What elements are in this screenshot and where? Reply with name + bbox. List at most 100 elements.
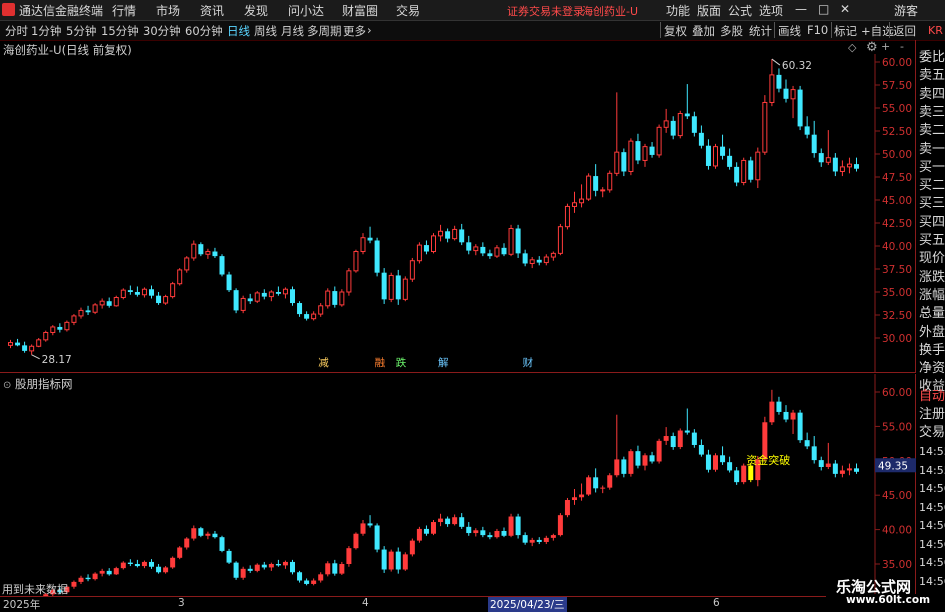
indicator-bar: [120, 562, 126, 569]
candle-body: [36, 339, 42, 347]
indicator-bar: [297, 572, 303, 581]
btn-back[interactable]: 返回: [893, 23, 916, 39]
indicator-panel[interactable]: ⊙ 股朋指标网 60.0055.0050.0045.0040.0035.00资金…: [0, 374, 916, 596]
btn-tongji[interactable]: 统计: [749, 23, 772, 39]
minimize-icon[interactable]: —: [795, 2, 807, 16]
indicator-bar: [134, 564, 140, 567]
candle-body: [275, 292, 281, 294]
indicator-bar: [614, 459, 620, 476]
menu-caifuquan[interactable]: 财富圈: [342, 2, 378, 19]
period-monthly[interactable]: 月线: [281, 23, 304, 39]
candle-body: [318, 305, 324, 315]
quote-field-label: 涨跌: [919, 269, 945, 285]
indicator-bar: [311, 580, 317, 584]
period-daily[interactable]: 日线: [227, 23, 250, 39]
candle-body: [713, 146, 718, 167]
tick-time: 14:56: [919, 574, 945, 588]
tick-time: 14:56: [919, 500, 945, 514]
y-tick-label: 40.00: [882, 525, 912, 537]
indicator-bar: [78, 577, 84, 582]
y-tick-label: 37.50: [882, 264, 912, 276]
menu-shichang[interactable]: 市场: [156, 2, 180, 19]
candle-body: [290, 289, 295, 304]
login-notice[interactable]: 证券交易未登录: [507, 3, 584, 19]
menu-hangqing[interactable]: 行情: [112, 2, 136, 19]
menu-xuanxiang[interactable]: 选项: [759, 2, 783, 19]
period-fenshi[interactable]: 分时: [5, 23, 28, 39]
candle-body: [325, 290, 331, 307]
quote-field-label: 外盘: [919, 324, 945, 340]
indicator-chart[interactable]: 60.0055.0050.0045.0040.0035.00资金突破49.35: [0, 374, 916, 596]
candle-body: [804, 126, 810, 135]
chevron-right-icon[interactable]: ›: [367, 23, 372, 37]
candle-body: [607, 172, 613, 191]
right-quote-panel: 委比 卖五 卖四 卖三 卖二 卖一 买一 买二 买三 买四 买五 现价 涨跌 涨幅 总量 外盘 换手 净资 收益 自动…: [917, 40, 945, 596]
period-multi[interactable]: 多周期: [307, 23, 342, 39]
guest-user[interactable]: 游客: [894, 2, 918, 19]
btn-duogu[interactable]: 多股: [720, 23, 743, 39]
indicator-bar: [846, 468, 852, 471]
candlestick-chart[interactable]: 60.00 57.50 55.00 52.50 50.00 47.50 45.00 42.50…: [0, 40, 916, 373]
candle-body: [670, 120, 676, 136]
candle-body: [360, 237, 366, 253]
candle-body: [254, 292, 260, 302]
btn-fuquan[interactable]: 复权: [664, 23, 687, 39]
high-pointer: [771, 58, 781, 66]
menu-faxian[interactable]: 发现: [244, 2, 268, 19]
btn-huaxian[interactable]: 画线: [778, 23, 801, 39]
menu-zixun[interactable]: 资讯: [200, 2, 224, 19]
indicator-bar: [529, 539, 535, 543]
indicator-bar: [247, 568, 253, 571]
candle-body: [339, 291, 345, 306]
menu-banmian[interactable]: 版面: [697, 2, 721, 19]
candle-body: [212, 251, 218, 257]
indicator-bar: [254, 564, 260, 571]
indicator-bar: [720, 455, 726, 463]
quote-field-label: 买一: [919, 159, 945, 175]
btn-biaoji[interactable]: 标记: [834, 23, 857, 39]
indicator-bar: [99, 570, 105, 574]
indicator-bar: [106, 570, 112, 575]
btn-f10[interactable]: F10: [807, 23, 828, 37]
candle-body: [586, 175, 592, 200]
period-1min[interactable]: 1分钟: [31, 23, 61, 39]
candle-body: [522, 253, 528, 264]
close-icon[interactable]: ✕: [840, 2, 850, 16]
candle-body: [431, 235, 436, 253]
candle-body: [536, 259, 542, 263]
indicator-bar: [593, 477, 599, 489]
candle-body: [141, 288, 147, 296]
period-weekly[interactable]: 周线: [254, 23, 277, 39]
indicator-bar: [741, 465, 747, 483]
candle-body: [698, 132, 704, 146]
candle-body: [557, 226, 563, 254]
period-5min[interactable]: 5分钟: [66, 23, 96, 39]
main-kline-panel[interactable]: 海创药业-U(日线 前复权) ◇ ⚙ + - 60.00 57.50 55.00 52…: [0, 40, 916, 373]
period-60min[interactable]: 60分钟: [185, 23, 223, 39]
quote-field-label: 卖五: [919, 68, 945, 84]
y-tick-label: 35.00: [882, 559, 912, 571]
maximize-icon[interactable]: □: [818, 2, 829, 16]
btn-diejia[interactable]: 叠加: [692, 23, 715, 39]
candle-body: [748, 160, 754, 180]
watermark: 乐淘公式网 www.60lt.com: [826, 578, 945, 609]
menu-gongshi[interactable]: 公式: [728, 2, 752, 19]
indicator-bar: [191, 528, 197, 539]
candle-body: [846, 163, 852, 168]
period-30min[interactable]: 30分钟: [143, 23, 181, 39]
candle-body: [233, 290, 239, 311]
trade-label: 交易: [919, 425, 945, 440]
indicator-bar: [92, 573, 98, 580]
menu-jiaoyi[interactable]: 交易: [396, 2, 420, 19]
candle-body: [466, 242, 472, 251]
period-more[interactable]: 更多: [343, 23, 366, 39]
toolbar-divider: [831, 22, 832, 38]
period-15min[interactable]: 15分钟: [101, 23, 139, 39]
candle-body: [92, 304, 98, 313]
menu-gongneng[interactable]: 功能: [666, 2, 690, 19]
indicator-bar: [459, 517, 465, 527]
date-label: 3: [178, 597, 185, 609]
candle-body: [163, 296, 169, 304]
indicator-bar: [487, 535, 493, 538]
menu-wenxiaoda[interactable]: 问小达: [288, 2, 324, 19]
